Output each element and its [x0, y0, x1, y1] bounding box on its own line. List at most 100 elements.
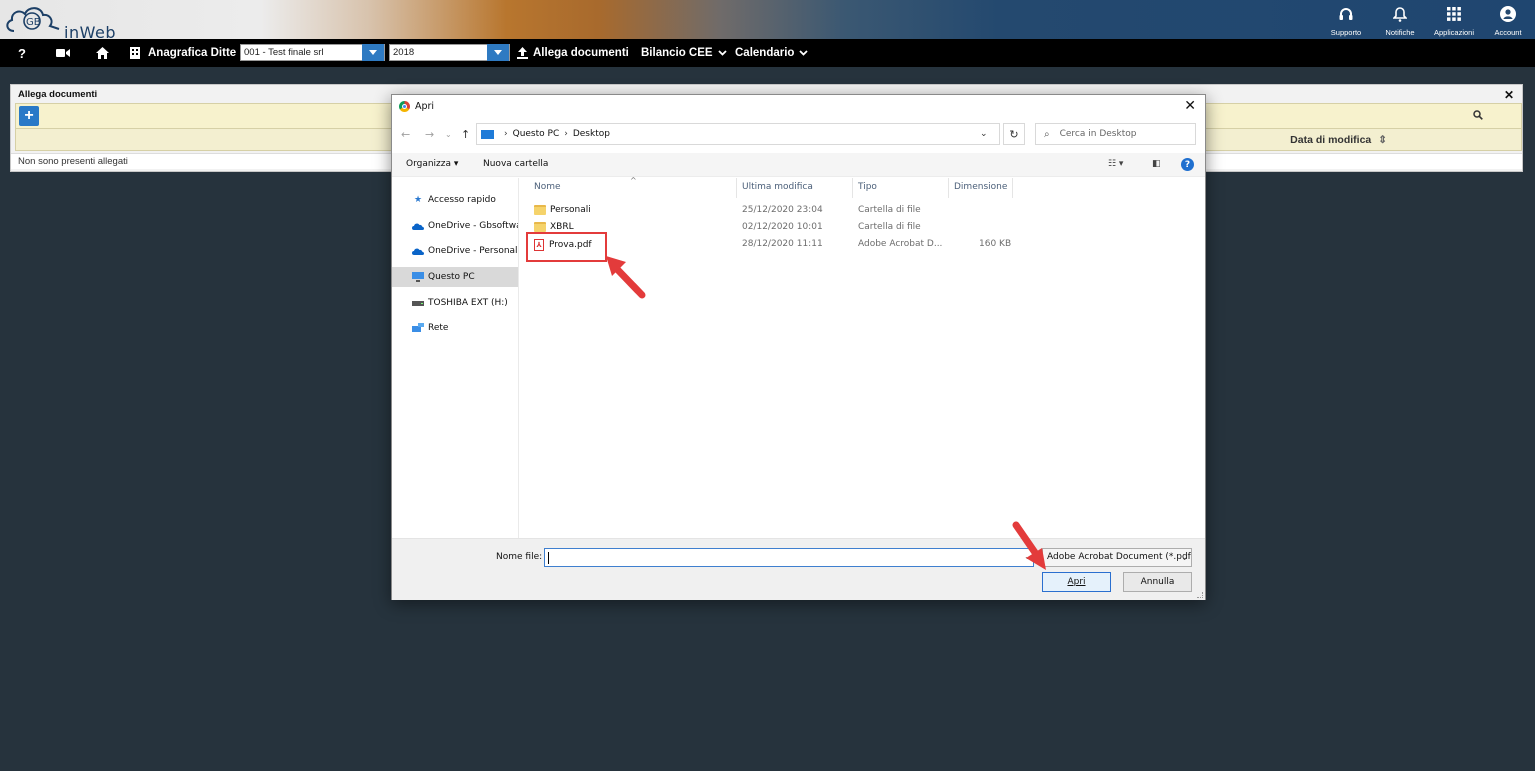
computer-icon: [412, 272, 424, 282]
chevron-down-icon: [717, 50, 727, 56]
sort-icon: ⇕: [1378, 134, 1387, 146]
app-header: GB inWeb Supporto Notifiche Applicazioni: [0, 0, 1535, 42]
column-dimensione[interactable]: Dimensione: [954, 182, 1007, 192]
nav-item-onedrive-personal[interactable]: OneDrive - Personal: [392, 241, 518, 261]
account-button[interactable]: Account: [1481, 0, 1535, 39]
applicazioni-label: Applicazioni: [1433, 28, 1475, 37]
nuova-cartella-button[interactable]: Nuova cartella: [483, 159, 548, 169]
star-icon: ★: [413, 195, 423, 205]
calendario-label: Calendario: [735, 47, 795, 59]
column-ultima-modifica[interactable]: Ultima modifica: [742, 182, 813, 192]
upload-icon: [517, 47, 528, 59]
notifiche-button[interactable]: Notifiche: [1373, 0, 1427, 39]
brand-mark: GB: [26, 17, 41, 28]
help-button[interactable]: ?: [18, 39, 26, 67]
search-icon: ⌕: [1044, 128, 1050, 140]
video-icon[interactable]: [56, 39, 70, 67]
folder-icon: [534, 205, 546, 215]
nav-item-questo-pc[interactable]: Questo PC: [392, 267, 518, 287]
command-bar: Organizza ▾ Nuova cartella ☷ ▾ ◧ ?: [392, 153, 1205, 177]
chevron-down-icon: [799, 50, 809, 56]
address-dropdown-icon[interactable]: ⌄: [980, 129, 988, 139]
file-modified: 25/12/2020 23:04: [742, 205, 823, 215]
address-bar[interactable]: › Questo PC › Desktop: [476, 123, 1000, 145]
annotation-arrow-icon: [606, 256, 646, 299]
up-arrow-icon[interactable]: ↑: [461, 128, 470, 141]
column-nome[interactable]: Nome: [534, 182, 561, 192]
add-document-button[interactable]: +: [19, 106, 39, 126]
file-type-value: Adobe Acrobat Document (*.pdf): [1047, 552, 1192, 562]
anagrafica-menu[interactable]: Anagrafica Ditte: [130, 39, 236, 67]
year-select[interactable]: 2018: [389, 44, 510, 61]
file-type: Adobe Acrobat D...: [858, 239, 943, 249]
open-button[interactable]: Apri: [1042, 572, 1111, 592]
company-select[interactable]: 001 - Test finale srl: [240, 44, 385, 61]
search-icon[interactable]: [1473, 110, 1483, 123]
chrome-icon: [399, 101, 410, 112]
cloud-icon: [412, 248, 424, 255]
recent-dropdown-icon[interactable]: ⌄: [445, 130, 452, 139]
file-type-select[interactable]: Adobe Acrobat Document (*.pdf) ⌄: [1042, 548, 1192, 567]
nav-item-label: Rete: [428, 323, 449, 333]
calendario-menu[interactable]: Calendario: [735, 39, 809, 67]
dialog-footer: Nome file: ⌄ Adobe Acrobat Document (*.p…: [392, 538, 1205, 600]
text-caret: [548, 552, 549, 564]
app-logo[interactable]: GB inWeb: [4, 3, 115, 42]
anagrafica-label: Anagrafica Ditte: [148, 47, 237, 59]
column-data-modifica-label: Data di modifica: [1290, 134, 1372, 146]
organizza-button[interactable]: Organizza ▾: [406, 159, 458, 169]
preview-pane-icon[interactable]: ◧: [1152, 159, 1161, 169]
view-options-icon[interactable]: ☷ ▾: [1108, 159, 1123, 169]
account-label: Account: [1494, 28, 1522, 37]
cloud-logo-icon: GB: [6, 7, 60, 32]
file-modified: 28/12/2020 11:11: [742, 239, 823, 249]
resize-grip-icon[interactable]: [1197, 592, 1203, 598]
address-row: ← → ⌄ ↑ › Questo PC › Desktop ⌄ ↻ ⌕ Cerc…: [392, 122, 1205, 148]
supporto-button[interactable]: Supporto: [1319, 0, 1373, 39]
breadcrumb-desktop[interactable]: Desktop: [573, 129, 610, 139]
nav-item-label: Questo PC: [428, 272, 475, 282]
search-placeholder: Cerca in Desktop: [1059, 129, 1137, 139]
open-button-label: Apri: [1067, 577, 1086, 587]
organizza-label: Organizza: [406, 159, 452, 169]
file-name: Personali: [550, 205, 591, 215]
cancel-button[interactable]: Annulla: [1123, 572, 1192, 592]
computer-icon: [481, 129, 494, 139]
dialog-titlebar: Apri ✕: [392, 95, 1205, 119]
breadcrumb-questo-pc[interactable]: Questo PC: [513, 129, 560, 139]
help-icon[interactable]: ?: [1181, 158, 1194, 171]
nav-item-toshiba-ext[interactable]: TOSHIBA EXT (H:): [392, 293, 518, 313]
close-icon[interactable]: ✕: [1504, 88, 1514, 102]
refresh-icon[interactable]: ↻: [1003, 123, 1025, 145]
breadcrumb-separator-icon: ›: [564, 129, 568, 139]
chevron-down-icon: [362, 44, 384, 61]
nav-item-label: TOSHIBA EXT (H:): [428, 298, 508, 308]
applicazioni-button[interactable]: Applicazioni: [1427, 0, 1481, 39]
nav-item-accesso-rapido[interactable]: ★ Accesso rapido: [392, 190, 518, 210]
home-icon[interactable]: [96, 39, 109, 67]
dialog-close-icon[interactable]: ✕: [1184, 98, 1196, 114]
sort-ascending-icon: ^: [630, 176, 637, 185]
annotation-arrow-icon: [1012, 521, 1046, 570]
search-desktop-input[interactable]: ⌕ Cerca in Desktop: [1035, 123, 1196, 145]
forward-arrow-icon[interactable]: →: [425, 128, 434, 141]
back-arrow-icon[interactable]: ←: [401, 128, 410, 141]
cancel-button-label: Annulla: [1140, 577, 1175, 587]
column-tipo[interactable]: Tipo: [858, 182, 877, 192]
bell-icon: [1393, 4, 1407, 24]
supporto-label: Supporto: [1330, 28, 1362, 37]
bilancio-cee-menu[interactable]: Bilancio CEE: [641, 39, 727, 67]
file-type: Cartella di file: [858, 205, 921, 215]
drive-icon: [412, 300, 424, 306]
grid-icon: [1447, 4, 1461, 24]
nav-item-onedrive-gbsoftware[interactable]: OneDrive - Gbsoftware: [392, 216, 518, 236]
chevron-down-icon: [487, 44, 509, 61]
nav-item-label: OneDrive - Gbsoftware: [428, 221, 518, 231]
file-name-input[interactable]: [544, 548, 1034, 567]
chevron-down-icon: ⌄: [1181, 553, 1188, 562]
file-row[interactable]: Personali 25/12/2020 23:04 Cartella di f…: [520, 203, 1020, 219]
column-data-modifica[interactable]: Data di modifica ⇕: [1290, 134, 1387, 146]
nav-item-rete[interactable]: Rete: [392, 318, 518, 338]
user-circle-icon: [1500, 4, 1516, 24]
allega-documenti-menu[interactable]: Allega documenti: [517, 39, 629, 67]
